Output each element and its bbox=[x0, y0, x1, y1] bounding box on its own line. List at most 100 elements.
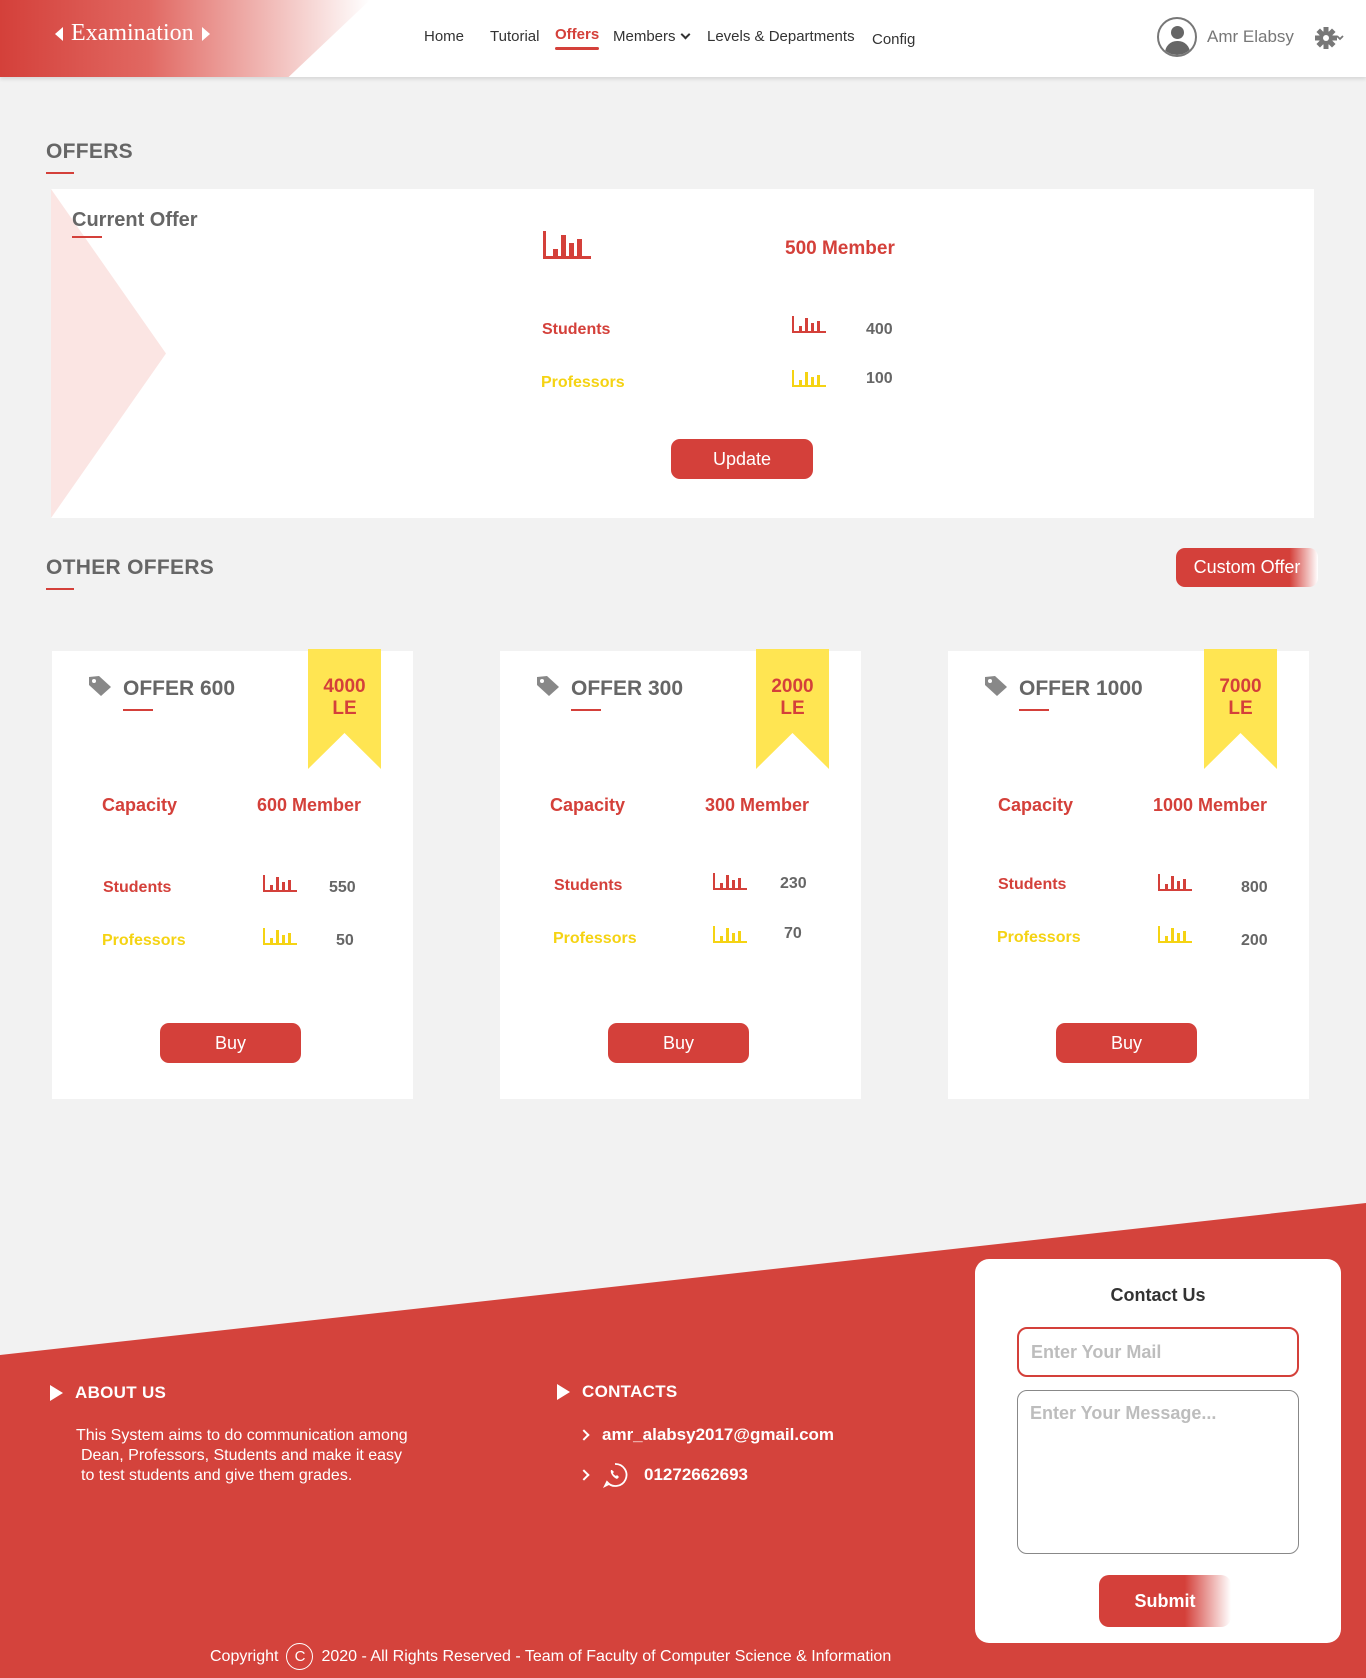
nav-members[interactable]: Members bbox=[613, 28, 690, 45]
message-field[interactable] bbox=[1017, 1390, 1299, 1554]
price-amount: 2000 bbox=[771, 676, 814, 697]
nav-offers[interactable]: Offers bbox=[555, 26, 600, 50]
offer-card: OFFER 1000 7000 LE Capacity 1000 Member S… bbox=[948, 649, 1309, 1099]
offer-title: OFFER 300 bbox=[571, 677, 684, 711]
professors-label: Professors bbox=[553, 930, 637, 947]
professors-label: Professors bbox=[541, 374, 625, 391]
price-ribbon: 7000 LE bbox=[1204, 649, 1277, 769]
user-avatar-icon[interactable] bbox=[1157, 17, 1197, 57]
logo-text: Examination bbox=[71, 20, 194, 46]
professors-label: Professors bbox=[102, 932, 186, 949]
students-label: Students bbox=[103, 879, 172, 896]
capacity-label: Capacity bbox=[998, 795, 1074, 815]
contact-form: Contact Us Submit bbox=[975, 1259, 1341, 1643]
professors-value: 50 bbox=[336, 932, 354, 949]
email-contact[interactable]: amr_alabsy2017@gmail.com bbox=[578, 1425, 835, 1445]
phone-text: 01272662693 bbox=[644, 1465, 749, 1484]
about-us-text: This System aims to do communication amo… bbox=[76, 1426, 456, 1486]
play-triangle-icon bbox=[50, 1385, 63, 1401]
price-amount: 4000 bbox=[323, 676, 366, 697]
capacity-value: 600 Member bbox=[257, 795, 362, 815]
contacts-title: CONTACTS bbox=[557, 1382, 678, 1402]
contacts-label: CONTACTS bbox=[582, 1382, 678, 1401]
offer-card: OFFER 600 4000 LE Capacity 600 Member Stu… bbox=[52, 649, 413, 1099]
email-field[interactable] bbox=[1017, 1327, 1299, 1377]
bar-chart-icon bbox=[543, 231, 591, 259]
students-label: Students bbox=[554, 877, 623, 894]
other-offers-title: OTHER OFFERS bbox=[46, 556, 215, 590]
price-currency: LE bbox=[332, 698, 357, 719]
nav-levels-departments[interactable]: Levels & Departments bbox=[707, 28, 855, 45]
bar-chart-icon bbox=[792, 370, 826, 387]
bar-chart-icon bbox=[713, 873, 747, 890]
bar-chart-icon bbox=[713, 926, 747, 943]
offer-title: OFFER 1000 bbox=[1019, 677, 1143, 711]
price-currency: LE bbox=[1228, 698, 1253, 719]
about-line: to test students and give them grades. bbox=[81, 1467, 353, 1484]
offer-card: OFFER 300 2000 LE Capacity 300 Member Stu… bbox=[500, 649, 861, 1099]
nav-config[interactable]: Config bbox=[872, 31, 915, 48]
bar-chart-icon bbox=[263, 928, 297, 945]
phone-contact[interactable]: 01272662693 bbox=[578, 1462, 749, 1488]
copyright-icon: C bbox=[286, 1643, 314, 1670]
tag-icon bbox=[89, 676, 111, 696]
professors-value: 200 bbox=[1241, 932, 1268, 949]
chevron-right-icon bbox=[578, 1469, 590, 1481]
bar-chart-icon bbox=[1158, 926, 1192, 943]
bar-chart-icon bbox=[263, 875, 297, 892]
chevron-down-icon bbox=[680, 29, 690, 40]
about-us-label: ABOUT US bbox=[75, 1383, 167, 1402]
gear-icon[interactable] bbox=[1314, 26, 1344, 50]
custom-offer-button[interactable]: Custom Offer bbox=[1176, 548, 1318, 587]
play-triangle-icon bbox=[557, 1384, 570, 1400]
email-text: amr_alabsy2017@gmail.com bbox=[602, 1425, 835, 1444]
students-value: 230 bbox=[780, 875, 807, 892]
price-currency: LE bbox=[780, 698, 805, 719]
buy-button[interactable]: Buy bbox=[608, 1023, 749, 1063]
bar-chart-icon bbox=[792, 316, 826, 333]
about-us-title: ABOUT US bbox=[50, 1383, 166, 1403]
user-name[interactable]: Amr Elabsy bbox=[1207, 27, 1294, 47]
students-label: Students bbox=[998, 876, 1067, 893]
about-line: Dean, Professors, Students and make it e… bbox=[81, 1447, 403, 1464]
price-ribbon: 4000 LE bbox=[308, 649, 381, 769]
professors-value: 100 bbox=[866, 370, 893, 387]
offers-title: OFFERS bbox=[46, 140, 133, 174]
professors-value: 70 bbox=[784, 925, 802, 942]
nav-tutorial[interactable]: Tutorial bbox=[490, 28, 539, 45]
chevron-right-icon bbox=[201, 26, 210, 41]
capacity-label: Capacity bbox=[550, 795, 626, 815]
professors-label: Professors bbox=[997, 929, 1081, 946]
tag-icon bbox=[537, 676, 559, 696]
copyright: Copyright C 2020 - All Rights Reserved -… bbox=[210, 1643, 891, 1670]
current-offer-capacity: 500 Member bbox=[785, 238, 895, 259]
buy-button[interactable]: Buy bbox=[160, 1023, 301, 1063]
capacity-value: 1000 Member bbox=[1153, 795, 1268, 815]
buy-button[interactable]: Buy bbox=[1056, 1023, 1197, 1063]
copyright-label: Copyright bbox=[210, 1647, 279, 1665]
capacity-value: 300 Member bbox=[705, 795, 810, 815]
top-navbar: Examination Home Tutorial Offers Members… bbox=[0, 0, 1366, 77]
price-amount: 7000 bbox=[1219, 676, 1262, 697]
nav-members-label: Members bbox=[613, 28, 676, 45]
students-value: 400 bbox=[866, 321, 893, 338]
update-button[interactable]: Update bbox=[671, 439, 813, 479]
whatsapp-icon bbox=[602, 1463, 628, 1488]
copyright-text: 2020 - All Rights Reserved - Team of Fac… bbox=[321, 1647, 892, 1665]
chevron-right-icon bbox=[578, 1429, 590, 1441]
students-label: Students bbox=[542, 321, 611, 338]
nav-home[interactable]: Home bbox=[424, 28, 464, 45]
about-line: This System aims to do communication amo… bbox=[76, 1427, 408, 1444]
offer-title: OFFER 600 bbox=[123, 677, 236, 711]
decorative-wedge bbox=[51, 189, 166, 518]
capacity-label: Capacity bbox=[102, 795, 178, 815]
bar-chart-icon bbox=[1158, 874, 1192, 891]
students-value: 800 bbox=[1241, 879, 1268, 896]
tag-icon bbox=[985, 676, 1007, 696]
price-ribbon: 2000 LE bbox=[756, 649, 829, 769]
current-offer-title: Current Offer bbox=[72, 209, 198, 238]
contact-form-title: Contact Us bbox=[1110, 1285, 1206, 1305]
chevron-left-icon bbox=[55, 26, 63, 41]
submit-button[interactable]: Submit bbox=[1099, 1575, 1231, 1627]
logo[interactable]: Examination bbox=[55, 20, 210, 47]
